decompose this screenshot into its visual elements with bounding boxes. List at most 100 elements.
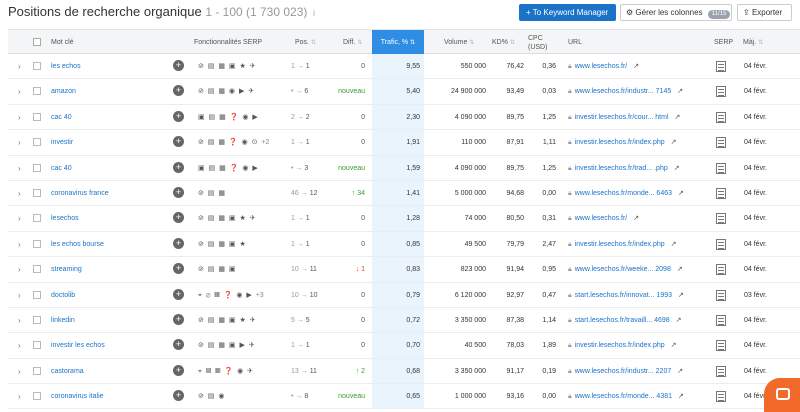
url-link[interactable]: www.lesechos.fr/weeke... 2098 xyxy=(575,266,671,273)
table-row[interactable]: › les echos bourse + ⊘ ▤ ▦ ▣ ★ 1 → 1 0 0… xyxy=(8,231,800,258)
external-link-icon[interactable]: ↗ xyxy=(671,241,677,248)
add-keyword-icon[interactable]: + xyxy=(173,339,184,351)
keyword-link[interactable]: amazon xyxy=(51,79,76,104)
add-keyword-icon[interactable]: + xyxy=(173,313,184,325)
expand-chevron-icon[interactable]: › xyxy=(18,105,21,130)
table-row[interactable]: › castorama + ⌖ ▤ ▦ ❓ ◉ ✈ 13 → 11 ↑ 2 0,… xyxy=(8,358,800,385)
col-url[interactable]: URL xyxy=(568,30,582,55)
table-row[interactable]: › amazon + ⊘ ▤ ▦ ◉ ▶ ✈ • → 6 nouveau 5,4… xyxy=(8,79,800,105)
row-checkbox[interactable] xyxy=(33,188,41,197)
table-row[interactable]: › investir + ⊘ ▤ ▦ ❓ ◉ ⊙ +2 1 → 1 0 1,91… xyxy=(8,130,800,156)
row-checkbox[interactable] xyxy=(33,366,41,375)
add-keyword-icon[interactable]: + xyxy=(173,390,184,402)
col-kd[interactable]: KD% ⇅ xyxy=(492,30,515,55)
expand-chevron-icon[interactable]: › xyxy=(18,283,21,308)
keyword-link[interactable]: cac 40 xyxy=(51,105,72,130)
col-serp[interactable]: SERP xyxy=(714,30,733,55)
external-link-icon[interactable]: ↗ xyxy=(678,292,684,299)
external-link-icon[interactable]: ↗ xyxy=(633,63,639,70)
url-link[interactable]: investir.lesechos.fr/trad... .php xyxy=(575,165,668,172)
external-link-icon[interactable]: ↗ xyxy=(633,215,639,222)
table-row[interactable]: › streaming + ⊘ ▤ ▦ ▣ 10 → 11 ↓ 1 0,83 8… xyxy=(8,257,800,283)
expand-chevron-icon[interactable]: › xyxy=(18,257,21,282)
col-diff[interactable]: Diff. ⇅ xyxy=(343,30,362,55)
add-keyword-icon[interactable]: + xyxy=(173,136,184,148)
url-link[interactable]: www.lesechos.fr/monde... 6463 xyxy=(575,190,672,197)
table-row[interactable]: › cac 40 + ▣ ▤ ▦ ❓ ◉ ▶ 2 → 2 0 2,30 4 09… xyxy=(8,104,800,131)
url-link[interactable]: start.lesechos.fr/innovat... 1993 xyxy=(575,292,672,299)
url-link[interactable]: investir.lesechos.fr/index.php xyxy=(575,241,665,248)
url-link[interactable]: investir.lesechos.fr/index.php xyxy=(575,342,665,349)
add-keyword-icon[interactable]: + xyxy=(173,212,184,224)
serp-snapshot-icon[interactable] xyxy=(716,111,726,123)
serp-snapshot-icon[interactable] xyxy=(716,137,726,149)
row-checkbox[interactable] xyxy=(33,87,41,96)
serp-snapshot-icon[interactable] xyxy=(716,314,726,326)
add-keyword-icon[interactable]: + xyxy=(173,263,184,275)
row-checkbox[interactable] xyxy=(33,392,41,401)
keyword-link[interactable]: investir xyxy=(51,130,73,155)
keyword-link[interactable]: castorama xyxy=(51,359,84,384)
add-keyword-icon[interactable]: + xyxy=(173,186,184,198)
serp-snapshot-icon[interactable] xyxy=(716,187,726,199)
table-row[interactable]: › doctolib + ⌖ ⊘ ▦ ❓ ◉ ▶ +3 10 → 10 0 0,… xyxy=(8,282,800,308)
add-keyword-icon[interactable]: + xyxy=(173,364,184,376)
keyword-link[interactable]: streaming xyxy=(51,257,82,282)
keyword-manager-button[interactable]: + To Keyword Manager xyxy=(519,4,616,21)
more-features-count[interactable]: +2 xyxy=(261,139,269,146)
url-link[interactable]: www.lesechos.fr/ xyxy=(575,215,628,222)
add-keyword-icon[interactable]: + xyxy=(173,161,184,173)
expand-chevron-icon[interactable]: › xyxy=(18,308,21,333)
table-row[interactable]: › cac 40 + ▣ ▤ ▦ ❓ ◉ ▶ • → 3 nouveau 1,5… xyxy=(8,155,800,181)
external-link-icon[interactable]: ↗ xyxy=(676,317,682,324)
expand-chevron-icon[interactable]: › xyxy=(18,156,21,181)
col-traffic[interactable]: Trafic, % ⇅ xyxy=(372,30,424,55)
external-link-icon[interactable]: ↗ xyxy=(674,165,680,172)
serp-snapshot-icon[interactable] xyxy=(716,61,726,72)
table-row[interactable]: › coronavirus italie + ⊘ ▤ ◉ • → 8 nouve… xyxy=(8,384,800,410)
keyword-link[interactable]: coronavirus france xyxy=(51,181,109,206)
external-link-icon[interactable]: ↗ xyxy=(677,266,683,273)
col-volume[interactable]: Volume ⇅ xyxy=(444,30,474,55)
row-checkbox[interactable] xyxy=(33,341,41,350)
expand-chevron-icon[interactable]: › xyxy=(18,232,21,257)
keyword-link[interactable]: investir les echos xyxy=(51,333,105,358)
expand-chevron-icon[interactable]: › xyxy=(18,79,21,104)
keyword-link[interactable]: lesechos xyxy=(51,206,79,231)
keyword-link[interactable]: les echos xyxy=(51,54,81,79)
serp-snapshot-icon[interactable] xyxy=(716,213,726,225)
external-link-icon[interactable]: ↗ xyxy=(678,393,684,400)
expand-chevron-icon[interactable]: › xyxy=(18,206,21,231)
add-keyword-icon[interactable]: + xyxy=(173,110,184,122)
expand-chevron-icon[interactable]: › xyxy=(18,54,21,79)
keyword-link[interactable]: les echos bourse xyxy=(51,232,104,257)
external-link-icon[interactable]: ↗ xyxy=(671,139,677,146)
url-link[interactable]: www.lesechos.fr/industr... 7145 xyxy=(575,88,672,95)
expand-chevron-icon[interactable]: › xyxy=(18,181,21,206)
url-link[interactable]: www.lesechos.fr/industr... 2207 xyxy=(575,368,672,375)
select-all-checkbox[interactable] xyxy=(33,38,41,46)
row-checkbox[interactable] xyxy=(33,290,41,299)
row-checkbox[interactable] xyxy=(33,214,41,223)
serp-snapshot-icon[interactable] xyxy=(716,289,726,301)
serp-snapshot-icon[interactable] xyxy=(716,340,726,352)
serp-snapshot-icon[interactable] xyxy=(716,264,726,276)
col-position[interactable]: Pos. ⇅ xyxy=(295,30,316,55)
url-link[interactable]: investir.lesechos.fr/index.php xyxy=(575,139,665,146)
url-link[interactable]: www.lesechos.fr/monde... 4381 xyxy=(575,393,672,400)
keyword-link[interactable]: doctolib xyxy=(51,283,75,308)
serp-snapshot-icon[interactable] xyxy=(716,365,726,377)
col-updated[interactable]: Màj. ⇅ xyxy=(743,30,763,55)
row-checkbox[interactable] xyxy=(33,62,41,70)
add-keyword-icon[interactable]: + xyxy=(173,288,184,300)
row-checkbox[interactable] xyxy=(33,265,41,274)
serp-snapshot-icon[interactable] xyxy=(716,162,726,174)
url-link[interactable]: www.lesechos.fr/ xyxy=(575,63,628,70)
add-keyword-icon[interactable]: + xyxy=(173,60,184,71)
export-button[interactable]: ⇪ Exporter xyxy=(737,4,792,21)
more-features-count[interactable]: +3 xyxy=(256,292,264,299)
expand-chevron-icon[interactable]: › xyxy=(18,359,21,384)
table-row[interactable]: › lesechos + ⊘ ▤ ▦ ▣ ★ ✈ 1 → 1 0 1,28 74… xyxy=(8,206,800,232)
row-checkbox[interactable] xyxy=(33,239,41,248)
serp-snapshot-icon[interactable] xyxy=(716,391,726,403)
